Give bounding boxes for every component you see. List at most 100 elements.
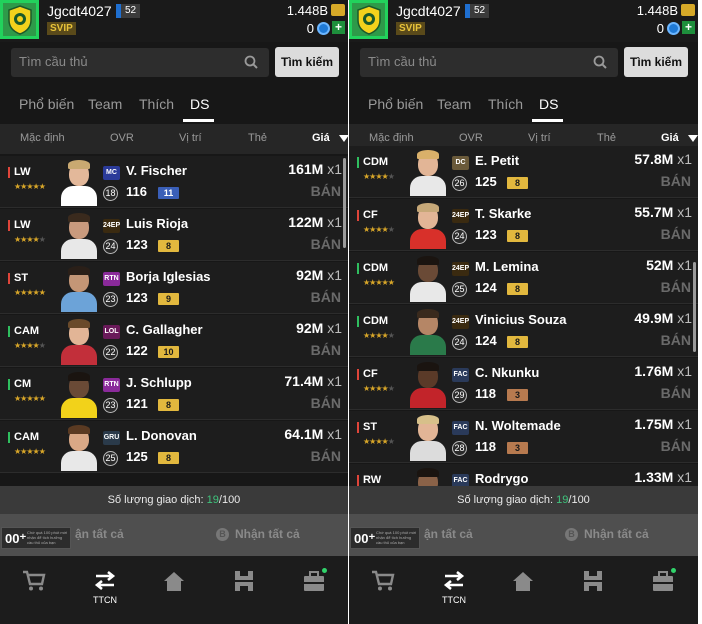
tab-list[interactable]: DS xyxy=(539,96,558,112)
top-bar: Jgcdt4027 52 SVIP 1.448B 0 + xyxy=(349,0,698,42)
price-value: 1.33M xyxy=(634,469,674,485)
player-row[interactable]: CDM ★★★★★ 24EP 24 Vinicius Souza 124 8 49.9M x1… xyxy=(349,305,698,357)
position-label: CM xyxy=(7,378,32,390)
nav-home[interactable] xyxy=(154,570,194,610)
player-row[interactable]: CM ★★★★★ RTN 23 J. Schlupp 121 8 71.4M x1 BÁN xyxy=(0,368,348,420)
search-icon[interactable] xyxy=(593,55,607,69)
sort-desc-icon[interactable] xyxy=(688,135,698,142)
nav-shop[interactable] xyxy=(14,570,54,610)
sell-button[interactable]: BÁN xyxy=(311,236,341,252)
player-name: E. Petit xyxy=(475,153,520,168)
sell-button[interactable]: BÁN xyxy=(661,173,691,189)
player-name: C. Nkunku xyxy=(475,365,540,380)
add-currency-button[interactable]: + xyxy=(332,21,345,34)
sort-position[interactable]: Vị trí xyxy=(179,132,202,144)
sell-button[interactable]: BÁN xyxy=(661,279,691,295)
sell-button[interactable]: BÁN xyxy=(661,385,691,401)
player-row[interactable]: CF ★★★★★ 24EP 24 T. Skarke 123 8 55.7M x1 BÁN xyxy=(349,199,698,251)
position-label: CDM xyxy=(356,156,389,168)
claim-all-button[interactable]: ận tất cả xyxy=(424,527,473,541)
position-label: ST xyxy=(356,421,378,433)
sell-button[interactable]: BÁN xyxy=(311,183,341,199)
nav-formation[interactable] xyxy=(224,570,264,610)
tab-popular[interactable]: Phổ biến xyxy=(368,96,423,112)
sell-button[interactable]: BÁN xyxy=(661,438,691,454)
search-input[interactable]: Tìm cầu thủ xyxy=(11,48,269,77)
sell-button[interactable]: BÁN xyxy=(311,448,341,464)
level-badge: 52 xyxy=(116,4,141,18)
claim-all-b-button[interactable]: Nhận tất cả xyxy=(565,527,649,541)
nav-shop[interactable] xyxy=(363,570,403,610)
player-row[interactable]: LW ★★★★★ 24EP 24 Luis Rioja 123 8 122M x1 BÁN xyxy=(0,209,348,261)
tab-team[interactable]: Team xyxy=(437,96,471,112)
sell-button[interactable]: BÁN xyxy=(661,332,691,348)
tab-bar: Phổ biến Team Thích DS xyxy=(0,92,348,122)
search-button[interactable]: Tìm kiếm xyxy=(275,47,339,77)
player-row[interactable]: CAM ★★★★★ LOL 22 C. Gallagher 122 10 92M x1 BÁN xyxy=(0,315,348,367)
player-row[interactable]: ST ★★★★★ RTN 23 Borja Iglesias 123 9 92M x1 BÁN xyxy=(0,262,348,314)
club-badge-icon[interactable] xyxy=(0,0,39,39)
price-value: 161M xyxy=(288,161,324,177)
search-icon[interactable] xyxy=(244,55,258,69)
sort-price[interactable]: Giá xyxy=(312,132,330,144)
scrollbar[interactable] xyxy=(343,158,346,248)
player-photo xyxy=(407,413,449,461)
sell-button[interactable]: BÁN xyxy=(311,395,341,411)
nav-transfer-market[interactable]: TTCN xyxy=(85,570,125,610)
nav-transfer-market[interactable]: TTCN xyxy=(434,570,474,610)
reward-box[interactable]: 00⁺ Chờ quá 100 phút mới nhận để tích hư… xyxy=(1,527,71,549)
sort-default[interactable]: Mặc định xyxy=(20,132,65,144)
player-ovr: 116 xyxy=(126,184,147,199)
sort-card[interactable]: Thẻ xyxy=(248,132,267,144)
nav-home[interactable] xyxy=(503,570,543,610)
sort-ovr[interactable]: OVR xyxy=(110,132,134,144)
player-name: T. Skarke xyxy=(475,206,532,221)
tab-favorite[interactable]: Thích xyxy=(488,96,523,112)
club-badge-icon[interactable] xyxy=(349,0,388,39)
player-row[interactable]: CDM ★★★★★ DC 26 E. Petit 125 8 57.8M x1 BÁN xyxy=(349,146,698,198)
reward-note: Chờ quá 100 phút mới nhận để tích hưởng … xyxy=(27,530,68,545)
tab-popular[interactable]: Phổ biến xyxy=(19,96,74,112)
skill-stars: ★★★★★ xyxy=(14,394,46,403)
player-ovr: 123 xyxy=(126,290,148,305)
nav-active-label: TTCN xyxy=(93,595,117,605)
nav-formation[interactable] xyxy=(573,570,613,610)
market-panel-left: Jgcdt4027 52 SVIP 1.448B 0 + Tìm cầu thủ… xyxy=(0,0,348,624)
claim-all-button[interactable]: ận tất cả xyxy=(75,527,124,541)
player-row[interactable]: CF ★★★★★ FAC 29 C. Nkunku 118 3 1.76M x1 BÁN xyxy=(349,358,698,410)
price-label: 71.4M x1 xyxy=(284,373,342,389)
season-icon: LOL xyxy=(103,325,120,339)
search-input[interactable]: Tìm cầu thủ xyxy=(360,48,618,77)
nav-inventory[interactable] xyxy=(294,570,334,610)
tab-favorite[interactable]: Thích xyxy=(139,96,174,112)
home-icon xyxy=(164,572,184,591)
username: Jgcdt4027 xyxy=(47,3,112,19)
sell-button[interactable]: BÁN xyxy=(311,342,341,358)
player-row[interactable]: RW★★★★★FAC27Rodrygo11731.33M x1BÁN xyxy=(349,464,698,486)
active-tab-indicator xyxy=(532,119,563,122)
scrollbar[interactable] xyxy=(693,262,696,352)
sort-ovr[interactable]: OVR xyxy=(459,132,483,144)
sell-button[interactable]: BÁN xyxy=(661,226,691,242)
sort-position[interactable]: Vị trí xyxy=(528,132,551,144)
coin-balance: 1.448B xyxy=(286,3,328,18)
claim-all-b-button[interactable]: Nhận tất cả xyxy=(216,527,300,541)
player-row[interactable]: ST ★★★★★ FAC 28 N. Woltemade 118 3 1.75M x1 BÁN xyxy=(349,411,698,463)
sort-desc-icon[interactable] xyxy=(339,135,348,142)
player-row[interactable]: CAM ★★★★★ GRU 25 L. Donovan 125 8 64.1M x1 BÁN xyxy=(0,421,348,473)
search-button[interactable]: Tìm kiếm xyxy=(624,47,688,77)
sell-button[interactable]: BÁN xyxy=(311,289,341,305)
add-currency-button[interactable]: + xyxy=(682,21,695,34)
tab-list[interactable]: DS xyxy=(190,96,209,112)
nav-inventory[interactable] xyxy=(643,570,683,610)
price-value: 64.1M xyxy=(284,426,324,442)
sort-card[interactable]: Thẻ xyxy=(597,132,616,144)
tab-team[interactable]: Team xyxy=(88,96,122,112)
sort-default[interactable]: Mặc định xyxy=(369,132,414,144)
sort-price[interactable]: Giá xyxy=(661,132,679,144)
player-ovr: 124 xyxy=(475,333,497,348)
briefcase-icon xyxy=(304,571,324,591)
player-row[interactable]: LW ★★★★★ MC 18 V. Fischer 116 11 161M x1 BÁN xyxy=(0,156,348,208)
player-row[interactable]: CDM ★★★★★ 24EP 25 M. Lemina 124 8 52M x1 BÁN xyxy=(349,252,698,304)
reward-box[interactable]: 00⁺ Chờ quá 100 phút mới nhận để tích hư… xyxy=(350,527,420,549)
